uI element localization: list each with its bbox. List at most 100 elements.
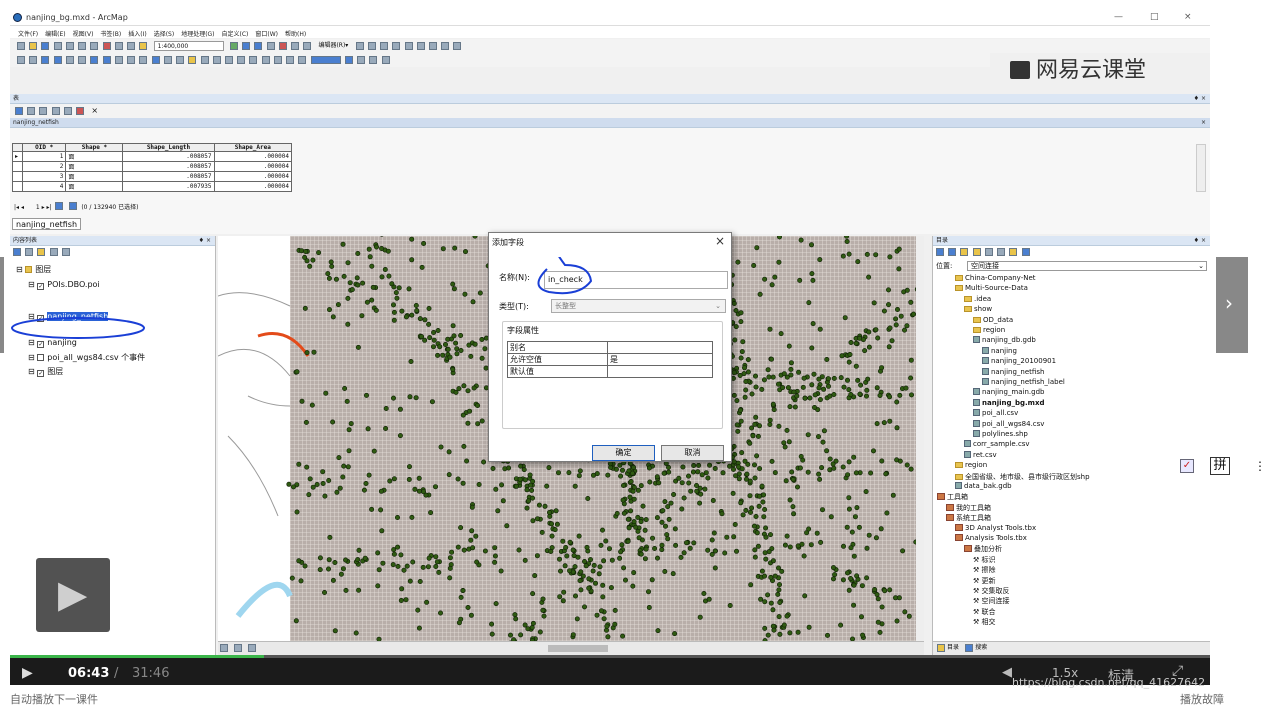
color-picker-icon[interactable] [311, 56, 341, 64]
row-selector[interactable] [13, 182, 23, 192]
measure-icon[interactable] [188, 56, 196, 64]
connect-folder-icon[interactable] [985, 248, 993, 256]
table-close-icon[interactable]: × [91, 106, 98, 115]
show-all-records-icon[interactable] [55, 202, 63, 210]
split-icon[interactable] [417, 42, 425, 50]
tab-catalog[interactable]: 目录 [947, 644, 959, 651]
catalog-item[interactable]: show [964, 305, 992, 313]
table-window-pin-close-icon[interactable]: ♦ × [1194, 94, 1206, 104]
column-header[interactable]: OID * [23, 144, 66, 152]
catalog-item[interactable]: poi_all.csv [973, 409, 1018, 417]
clear-selection-icon[interactable] [127, 56, 135, 64]
list-by-visibility-icon[interactable] [37, 248, 45, 256]
table-row[interactable]: 3面.008057.000004 [13, 172, 292, 182]
edit-tool-icon[interactable] [356, 42, 364, 50]
catalog-item[interactable]: 叠加分析 [964, 544, 1002, 554]
save-icon[interactable] [41, 42, 49, 50]
model-builder-icon[interactable] [303, 42, 311, 50]
next-button[interactable]: › [1216, 257, 1248, 353]
back-extent-icon[interactable] [90, 56, 98, 64]
catalog-item[interactable]: nanjing_main.gdb [973, 388, 1044, 396]
catalog-item[interactable]: ⚒ 标识 [973, 555, 996, 565]
column-header[interactable]: Shape_Length [123, 144, 214, 152]
delete-icon[interactable] [103, 42, 111, 50]
layer-options-icon[interactable] [357, 56, 365, 64]
catalog-item[interactable]: nanjing_bg.mxd [973, 399, 1044, 407]
catalog-item[interactable]: data_bak.gdb [955, 482, 1012, 490]
table-layer-close-icon[interactable]: × [1201, 118, 1206, 128]
property-row[interactable]: 默认值 [508, 366, 713, 378]
expand-icon[interactable]: ⊟ [28, 353, 37, 362]
delete-selected-icon[interactable] [76, 107, 84, 115]
catalog-item[interactable]: ⚒ 相交 [973, 617, 996, 627]
catalog-item[interactable]: ⚒ 联合 [973, 607, 996, 617]
map-scale-select[interactable]: 1:400,000 [154, 41, 224, 51]
cancel-button[interactable]: 取消 [661, 445, 724, 461]
catalog-item[interactable]: Multi-Source-Data [955, 284, 1028, 292]
expand-icon[interactable]: ⊟ [16, 265, 25, 274]
table-row[interactable]: 2面.008057.000004 [13, 162, 292, 172]
select-elements-icon[interactable] [139, 56, 147, 64]
zoom-out-icon[interactable] [29, 56, 37, 64]
big-play-button[interactable]: ▶ [36, 558, 110, 632]
ime-more-icon[interactable]: ⋮ [1254, 459, 1265, 473]
catalog-item[interactable]: nanjing [982, 347, 1017, 355]
export-map-icon[interactable] [382, 56, 390, 64]
add-data-icon[interactable] [139, 42, 147, 50]
data-view-icon[interactable] [220, 644, 228, 652]
table-scrollbar[interactable] [1196, 144, 1206, 192]
fixed-zoom-in-icon[interactable] [66, 56, 74, 64]
clear-table-selection-icon[interactable] [64, 107, 72, 115]
catalog-item[interactable]: 工具箱 [937, 492, 968, 502]
catalog-item[interactable]: corr_sample.csv [964, 440, 1030, 448]
catalog-item[interactable]: polylines.shp [973, 430, 1028, 438]
menu-item[interactable]: 帮助(H) [285, 31, 306, 38]
python-window-icon[interactable] [291, 42, 299, 50]
catalog-item[interactable]: nanjing_netfish [982, 368, 1044, 376]
paste-icon[interactable] [90, 42, 98, 50]
viewer-window-icon[interactable] [249, 56, 257, 64]
volume-icon[interactable]: ◀ [1002, 665, 1012, 680]
dialog-close-button[interactable]: × [715, 234, 725, 248]
print-icon[interactable] [54, 42, 62, 50]
tab-search[interactable]: 搜索 [975, 644, 987, 651]
autoplay-toggle[interactable]: 自动播放下一课件 [10, 691, 98, 707]
visibility-checkbox[interactable]: ✓ [37, 370, 44, 377]
draw-tool-icon[interactable] [298, 56, 306, 64]
catalog-item[interactable]: 3D Analyst Tools.tbx [955, 524, 1036, 532]
close-button[interactable]: × [1184, 12, 1192, 22]
full-extent-icon[interactable] [54, 56, 62, 64]
menu-item[interactable]: 书签(B) [100, 31, 121, 38]
expand-icon[interactable]: ⊟ [28, 367, 37, 376]
topology-icon[interactable] [286, 56, 294, 64]
first-record-icon[interactable]: |◂ ◂ [14, 204, 24, 211]
catalog-item[interactable]: ⚒ 擦除 [973, 565, 996, 575]
toc-item[interactable]: ⊟ poi_all_wgs84.csv 个事件 [28, 352, 145, 363]
catalog-item[interactable]: region [973, 326, 1005, 334]
select-features-icon[interactable] [115, 56, 123, 64]
reshape-icon[interactable] [405, 42, 413, 50]
menu-item[interactable]: 地理处理(G) [181, 31, 214, 38]
layout-view-icon[interactable] [234, 644, 242, 652]
catalog-window-icon[interactable] [254, 42, 262, 50]
table-row[interactable]: ▸1面.008057.000004 [13, 152, 292, 162]
copy-icon[interactable] [78, 42, 86, 50]
menu-item[interactable]: 窗口(W) [255, 31, 278, 38]
open-folder-icon[interactable] [29, 42, 37, 50]
sketch-properties-icon[interactable] [453, 42, 461, 50]
find-icon[interactable] [201, 56, 209, 64]
zoom-in-icon[interactable] [17, 56, 25, 64]
print-preview-icon[interactable] [369, 56, 377, 64]
toggle-contents-icon[interactable] [997, 248, 1005, 256]
switch-selection-icon[interactable] [52, 107, 60, 115]
ok-button[interactable]: 确定 [592, 445, 655, 461]
list-by-drawing-order-icon[interactable] [13, 248, 21, 256]
up-one-level-icon[interactable] [960, 248, 968, 256]
visibility-checkbox[interactable]: ✓ [37, 283, 44, 290]
row-selector[interactable] [13, 172, 23, 182]
progress-track[interactable] [10, 655, 1210, 658]
field-type-select[interactable]: 长整型⌄ [551, 299, 726, 313]
menu-item[interactable]: 选择(S) [154, 31, 175, 38]
toc-options-icon[interactable] [62, 248, 70, 256]
options-icon[interactable] [1009, 248, 1017, 256]
